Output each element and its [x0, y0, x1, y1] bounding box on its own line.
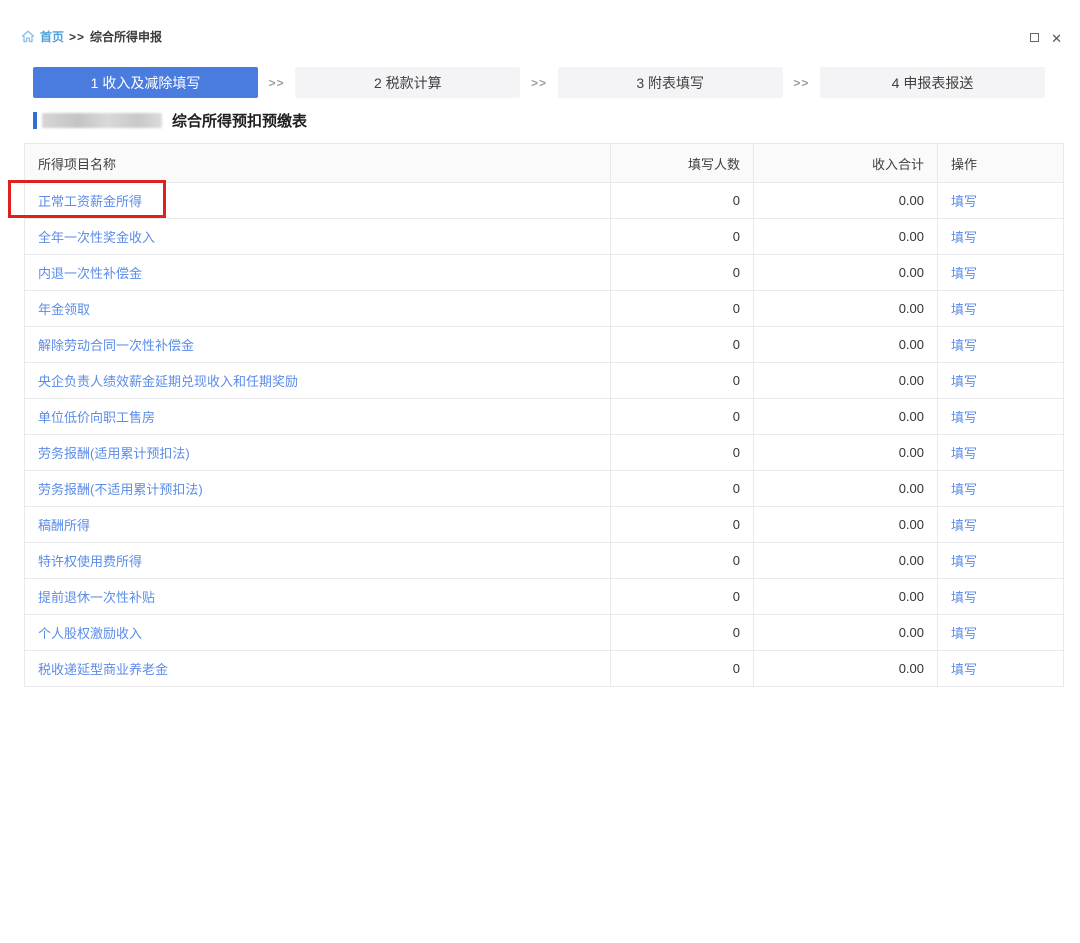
income-total-cell: 0.00 — [754, 543, 938, 579]
income-item-link[interactable]: 解除劳动合同一次性补偿金 — [38, 338, 194, 353]
fill-action-link[interactable]: 填写 — [951, 662, 977, 677]
fill-action-link[interactable]: 填写 — [951, 482, 977, 497]
table-row: 央企负责人绩效薪金延期兑现收入和任期奖励 0 0.00 填写 — [25, 363, 1064, 399]
income-total-cell: 0.00 — [754, 291, 938, 327]
fill-count-cell: 0 — [611, 183, 754, 219]
income-item-link[interactable]: 内退一次性补偿金 — [38, 266, 142, 281]
fill-count-cell: 0 — [611, 291, 754, 327]
income-total-cell: 0.00 — [754, 579, 938, 615]
close-icon[interactable]: ✕ — [1051, 32, 1062, 45]
column-header-fill-count: 填写人数 — [611, 144, 754, 183]
step-separator-icon: >> — [783, 76, 820, 90]
fill-count-cell: 0 — [611, 471, 754, 507]
table-row: 正常工资薪金所得 0 0.00 填写 — [25, 183, 1064, 219]
fill-action-link[interactable]: 填写 — [951, 590, 977, 605]
fill-count-cell: 0 — [611, 435, 754, 471]
step-tabs: 1 收入及减除填写 >> 2 税款计算 >> 3 附表填写 >> 4 申报表报送 — [33, 67, 1045, 98]
fill-count-cell: 0 — [611, 327, 754, 363]
table-row: 提前退休一次性补贴 0 0.00 填写 — [25, 579, 1064, 615]
income-item-link[interactable]: 特许权使用费所得 — [38, 554, 142, 569]
fill-count-cell: 0 — [611, 255, 754, 291]
income-item-link[interactable]: 劳务报酬(不适用累计预扣法) — [38, 482, 203, 497]
table-row: 单位低价向职工售房 0 0.00 填写 — [25, 399, 1064, 435]
income-total-cell: 0.00 — [754, 507, 938, 543]
income-item-link[interactable]: 全年一次性奖金收入 — [38, 230, 155, 245]
income-item-link[interactable]: 稿酬所得 — [38, 518, 90, 533]
income-total-cell: 0.00 — [754, 471, 938, 507]
column-header-income-total: 收入合计 — [754, 144, 938, 183]
table-row: 内退一次性补偿金 0 0.00 填写 — [25, 255, 1064, 291]
column-header-action: 操作 — [938, 144, 1064, 183]
fill-count-cell: 0 — [611, 219, 754, 255]
breadcrumb-home-link[interactable]: 首页 — [40, 28, 64, 45]
tab-tax-calculation[interactable]: 2 税款计算 — [295, 67, 520, 98]
fill-count-cell: 0 — [611, 651, 754, 687]
income-item-link[interactable]: 劳务报酬(适用累计预扣法) — [38, 446, 190, 461]
income-item-link[interactable]: 个人股权激励收入 — [38, 626, 142, 641]
income-item-link[interactable]: 税收递延型商业养老金 — [38, 662, 168, 677]
income-table-body: 正常工资薪金所得 0 0.00 填写 全年一次性奖金收入 0 0.00 填写 内… — [25, 183, 1064, 687]
income-item-link[interactable]: 正常工资薪金所得 — [38, 194, 142, 209]
breadcrumb-current: 综合所得申报 — [90, 28, 162, 45]
table-row: 全年一次性奖金收入 0 0.00 填写 — [25, 219, 1064, 255]
income-total-cell: 0.00 — [754, 219, 938, 255]
section-title: 综合所得预扣预缴表 — [33, 110, 307, 130]
fill-action-link[interactable]: 填写 — [951, 446, 977, 461]
fill-action-link[interactable]: 填写 — [951, 374, 977, 389]
fill-action-link[interactable]: 填写 — [951, 338, 977, 353]
restore-icon — [1030, 33, 1039, 42]
breadcrumb: 首页 >> 综合所得申报 — [21, 28, 162, 45]
fill-action-link[interactable]: 填写 — [951, 194, 977, 209]
income-total-cell: 0.00 — [754, 615, 938, 651]
table-row: 解除劳动合同一次性补偿金 0 0.00 填写 — [25, 327, 1064, 363]
column-header-item-name: 所得项目名称 — [25, 144, 611, 183]
income-items-table: 所得项目名称 填写人数 收入合计 操作 正常工资薪金所得 0 0.00 填写 全… — [24, 143, 1064, 687]
income-total-cell: 0.00 — [754, 255, 938, 291]
income-total-cell: 0.00 — [754, 651, 938, 687]
tab-return-submission[interactable]: 4 申报表报送 — [820, 67, 1045, 98]
fill-count-cell: 0 — [611, 579, 754, 615]
fill-action-link[interactable]: 填写 — [951, 518, 977, 533]
table-row: 年金领取 0 0.00 填写 — [25, 291, 1064, 327]
fill-action-link[interactable]: 填写 — [951, 302, 977, 317]
step-separator-icon: >> — [520, 76, 557, 90]
income-total-cell: 0.00 — [754, 435, 938, 471]
table-row: 稿酬所得 0 0.00 填写 — [25, 507, 1064, 543]
income-total-cell: 0.00 — [754, 327, 938, 363]
fill-count-cell: 0 — [611, 543, 754, 579]
income-item-link[interactable]: 提前退休一次性补贴 — [38, 590, 155, 605]
fill-count-cell: 0 — [611, 615, 754, 651]
window-controls: ✕ — [1030, 29, 1062, 47]
tab-attached-schedules[interactable]: 3 附表填写 — [558, 67, 783, 98]
table-row: 税收递延型商业养老金 0 0.00 填写 — [25, 651, 1064, 687]
breadcrumb-separator: >> — [69, 30, 85, 44]
fill-action-link[interactable]: 填写 — [951, 410, 977, 425]
income-item-link[interactable]: 央企负责人绩效薪金延期兑现收入和任期奖励 — [38, 374, 298, 389]
income-total-cell: 0.00 — [754, 183, 938, 219]
fill-action-link[interactable]: 填写 — [951, 266, 977, 281]
tab-income-and-deduction[interactable]: 1 收入及减除填写 — [33, 67, 258, 98]
fill-count-cell: 0 — [611, 507, 754, 543]
fill-count-cell: 0 — [611, 399, 754, 435]
fill-count-cell: 0 — [611, 363, 754, 399]
table-row: 个人股权激励收入 0 0.00 填写 — [25, 615, 1064, 651]
table-row: 特许权使用费所得 0 0.00 填写 — [25, 543, 1064, 579]
income-item-link[interactable]: 单位低价向职工售房 — [38, 410, 155, 425]
page-title: 综合所得预扣预缴表 — [172, 110, 307, 131]
home-icon — [21, 30, 35, 43]
step-separator-icon: >> — [258, 76, 295, 90]
income-item-link[interactable]: 年金领取 — [38, 302, 90, 317]
redacted-company-name — [42, 113, 162, 128]
fill-action-link[interactable]: 填写 — [951, 554, 977, 569]
fill-action-link[interactable]: 填写 — [951, 230, 977, 245]
restore-window-button[interactable] — [1030, 29, 1039, 47]
income-total-cell: 0.00 — [754, 399, 938, 435]
comprehensive-income-declaration-page: 首页 >> 综合所得申报 ✕ 1 收入及减除填写 >> 2 税款计算 >> 3 … — [0, 0, 1080, 943]
table-row: 劳务报酬(适用累计预扣法) 0 0.00 填写 — [25, 435, 1064, 471]
table-row: 劳务报酬(不适用累计预扣法) 0 0.00 填写 — [25, 471, 1064, 507]
title-accent-bar — [33, 112, 37, 129]
income-total-cell: 0.00 — [754, 363, 938, 399]
fill-action-link[interactable]: 填写 — [951, 626, 977, 641]
table-header-row: 所得项目名称 填写人数 收入合计 操作 — [25, 144, 1064, 183]
